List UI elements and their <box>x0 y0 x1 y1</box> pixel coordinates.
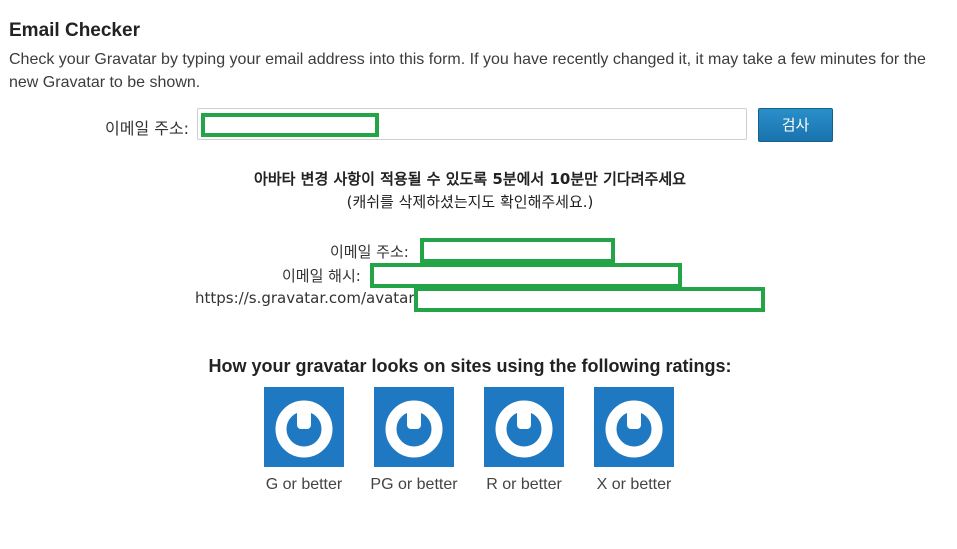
gravatar-logo-icon <box>605 400 663 458</box>
result-url-prefix: https://s.gravatar.com/avatar/ <box>195 289 420 307</box>
redacted-email-value <box>201 113 379 137</box>
gravatar-x-avatar <box>594 387 674 467</box>
cache-notice: 아바타 변경 사항이 적용될 수 있도록 5분에서 10분만 기다려주세요 (캐… <box>0 168 940 214</box>
email-label: 이메일 주소: <box>105 119 190 138</box>
email-input[interactable] <box>197 108 747 140</box>
check-button[interactable]: 검사 <box>758 108 833 142</box>
notice-line-1: 아바타 변경 사항이 적용될 수 있도록 5분에서 10분만 기다려주세요 <box>254 170 686 188</box>
rating-label-g: G or better <box>265 476 343 493</box>
page-description: Check your Gravatar by typing your email… <box>9 51 926 91</box>
redacted-result-email <box>420 238 615 263</box>
gravatar-pg-avatar <box>374 387 454 467</box>
gravatar-r-avatar <box>484 387 564 467</box>
redacted-result-hash <box>370 263 682 288</box>
gravatar-logo-icon <box>275 400 333 458</box>
email-form: 이메일 주소: 검사 <box>0 107 957 143</box>
gravatar-g-avatar <box>264 387 344 467</box>
page-title: Email Checker <box>9 20 140 41</box>
rating-label-pg: PG or better <box>370 476 458 493</box>
result-email-label: 이메일 주소: <box>330 243 409 261</box>
gravatar-logo-icon <box>385 400 443 458</box>
result-hash-label: 이메일 해시: <box>282 267 361 285</box>
rating-label-r: R or better <box>486 476 562 493</box>
notice-line-2: (캐쉬를 삭제하셨는지도 확인해주세요.) <box>346 193 594 211</box>
ratings-heading: How your gravatar looks on sites using t… <box>208 356 732 376</box>
redacted-result-url <box>414 287 765 312</box>
gravatar-logo-icon <box>495 400 553 458</box>
rating-label-x: X or better <box>596 476 672 493</box>
